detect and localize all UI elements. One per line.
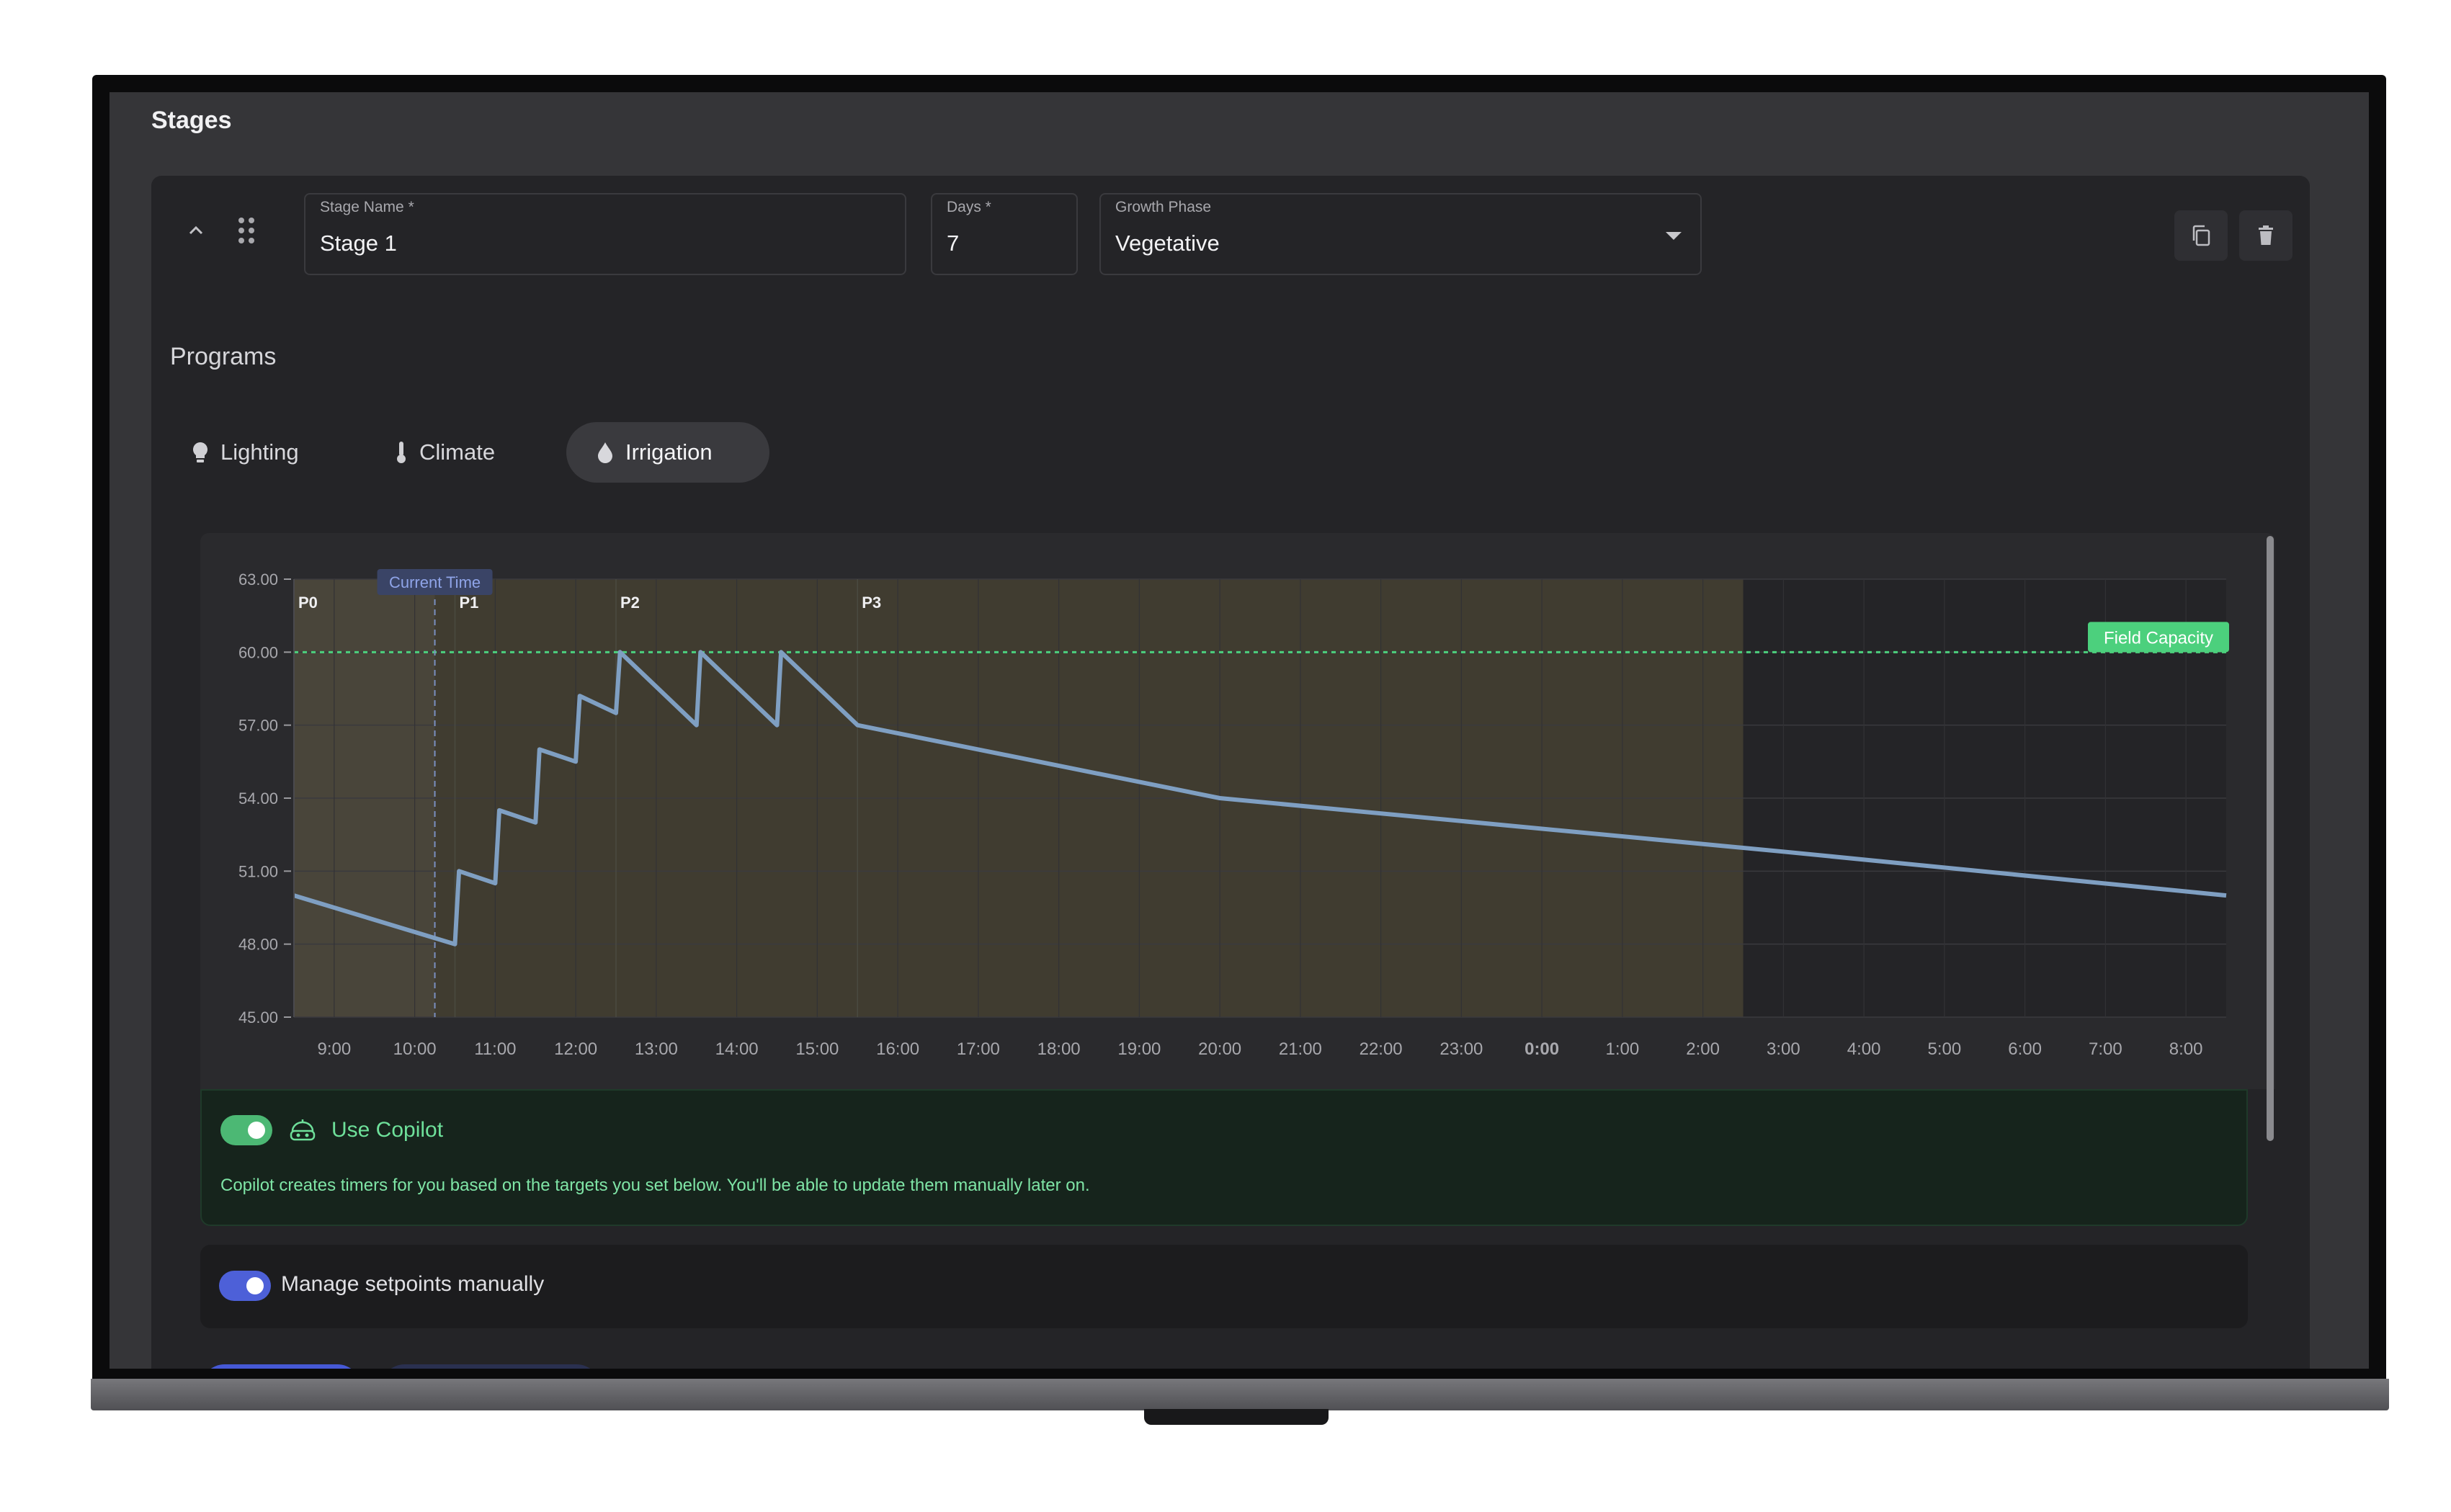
chevron-up-icon[interactable] xyxy=(182,216,210,245)
manual-setpoints-label: Manage setpoints manually xyxy=(281,1272,545,1296)
tab-climate-label: Climate xyxy=(419,439,496,465)
growth-phase-label: Growth Phase xyxy=(1115,199,1212,215)
y-tick-label: 63.00 xyxy=(238,571,278,589)
phase-label: P0 xyxy=(298,594,318,612)
x-tick-label: 20:00 xyxy=(1198,1039,1241,1059)
x-tick-label: 13:00 xyxy=(635,1039,678,1059)
x-tick-label: 23:00 xyxy=(1439,1039,1483,1059)
copilot-panel: Use Copilot Copilot creates timers for y… xyxy=(200,1089,2248,1226)
x-tick-label: 11:00 xyxy=(474,1039,516,1059)
duplicate-button[interactable] xyxy=(2174,210,2228,261)
stage-name-value[interactable]: Stage 1 xyxy=(320,231,397,256)
growth-phase-select[interactable]: Growth Phase Vegetative xyxy=(1099,193,1702,275)
x-tick-label: 6:00 xyxy=(2008,1039,2042,1059)
growth-phase-value: Vegetative xyxy=(1115,231,1220,256)
tab-lighting[interactable]: Lighting xyxy=(161,422,350,483)
x-tick-label: 8:00 xyxy=(2169,1039,2203,1059)
phase-label: P1 xyxy=(460,594,479,612)
days-label: Days * xyxy=(947,199,991,215)
x-tick-label: 3:00 xyxy=(1767,1039,1800,1059)
x-tick-label: 5:00 xyxy=(1928,1039,1962,1059)
droplet-icon xyxy=(598,442,612,463)
days-value[interactable]: 7 xyxy=(947,231,959,256)
y-tick-label: 51.00 xyxy=(238,862,278,880)
irrigation-chart-panel: 63.00 60.00 57.00 54.00 51.00 48.00 45.00 9:00 1… xyxy=(200,533,2275,1089)
manual-toggle-knob xyxy=(246,1277,264,1294)
partial-secondary-button[interactable] xyxy=(380,1364,601,1369)
x-tick-label: 16:00 xyxy=(876,1039,919,1059)
drag-handle-icon[interactable] xyxy=(232,216,261,245)
copilot-description: Copilot creates timers for you based on … xyxy=(220,1176,1090,1195)
partial-primary-button[interactable] xyxy=(200,1364,362,1369)
irrigation-chart: 63.00 60.00 57.00 54.00 51.00 48.00 45.00 9:00 1… xyxy=(238,569,2229,1059)
phase-label: P2 xyxy=(620,594,640,612)
x-tick-label: 10:00 xyxy=(393,1039,437,1059)
tab-irrigation[interactable]: Irrigation xyxy=(566,422,769,483)
x-tick-label: 19:00 xyxy=(1117,1039,1161,1059)
stage-name-label: Stage Name * xyxy=(320,199,414,215)
x-tick-label: 15:00 xyxy=(795,1039,839,1059)
y-tick-label: 48.00 xyxy=(238,936,278,954)
y-tick-label: 57.00 xyxy=(238,717,278,735)
programs-title: Programs xyxy=(170,343,277,370)
tab-lighting-label: Lighting xyxy=(220,439,299,465)
stage-card: Stage Name * Stage 1 Days * 7 Growth Pha… xyxy=(151,176,2310,1369)
x-tick-label: 17:00 xyxy=(957,1039,1000,1059)
manual-setpoints-toggle[interactable] xyxy=(219,1271,271,1301)
x-tick-label: 21:00 xyxy=(1279,1039,1322,1059)
x-tick-label: 9:00 xyxy=(318,1039,352,1059)
copilot-toggle-knob xyxy=(248,1122,265,1139)
monitor-foot xyxy=(1144,1409,1329,1425)
x-tick-label: 14:00 xyxy=(715,1039,759,1059)
delete-button[interactable] xyxy=(2239,210,2292,261)
copilot-title: Use Copilot xyxy=(331,1118,444,1142)
y-tick-label: 45.00 xyxy=(238,1008,278,1026)
y-tick-label: 60.00 xyxy=(238,643,278,661)
field-capacity-label: Field Capacity xyxy=(2104,628,2213,648)
app-screen: Stages Stage Name * Stage 1 Days * 7 Gro… xyxy=(110,92,2369,1369)
current-time-label: Current Time xyxy=(389,573,481,591)
manual-setpoints-panel: Manage setpoints manually xyxy=(200,1245,2248,1328)
x-tick-label: 0:00 xyxy=(1524,1039,1559,1059)
x-tick-label: 2:00 xyxy=(1686,1039,1720,1059)
x-tick-label: 4:00 xyxy=(1847,1039,1881,1059)
monitor-stand-bar xyxy=(91,1379,2389,1410)
phase-label: P3 xyxy=(862,594,881,612)
x-tick-label: 22:00 xyxy=(1360,1039,1403,1059)
copilot-toggle[interactable] xyxy=(220,1115,272,1145)
y-tick-label: 54.00 xyxy=(238,789,278,808)
dropdown-caret-icon[interactable] xyxy=(1666,232,1682,240)
bulb-icon xyxy=(193,442,207,462)
days-field[interactable]: Days * 7 xyxy=(931,193,1078,275)
stage-name-field[interactable]: Stage Name * Stage 1 xyxy=(304,193,906,275)
copy-icon xyxy=(2192,225,2210,246)
page-title: Stages xyxy=(151,107,232,134)
tab-irrigation-label: Irrigation xyxy=(625,439,713,465)
tab-climate[interactable]: Climate xyxy=(365,422,549,483)
x-tick-label: 18:00 xyxy=(1037,1039,1081,1059)
thermometer-icon xyxy=(397,442,406,463)
x-tick-label: 1:00 xyxy=(1606,1039,1640,1059)
x-tick-label: 7:00 xyxy=(2089,1039,2122,1059)
copilot-robot-icon xyxy=(290,1119,316,1141)
trash-icon xyxy=(2259,225,2273,245)
chart-scrollbar[interactable] xyxy=(2267,536,2274,1141)
x-tick-label: 12:00 xyxy=(554,1039,597,1059)
